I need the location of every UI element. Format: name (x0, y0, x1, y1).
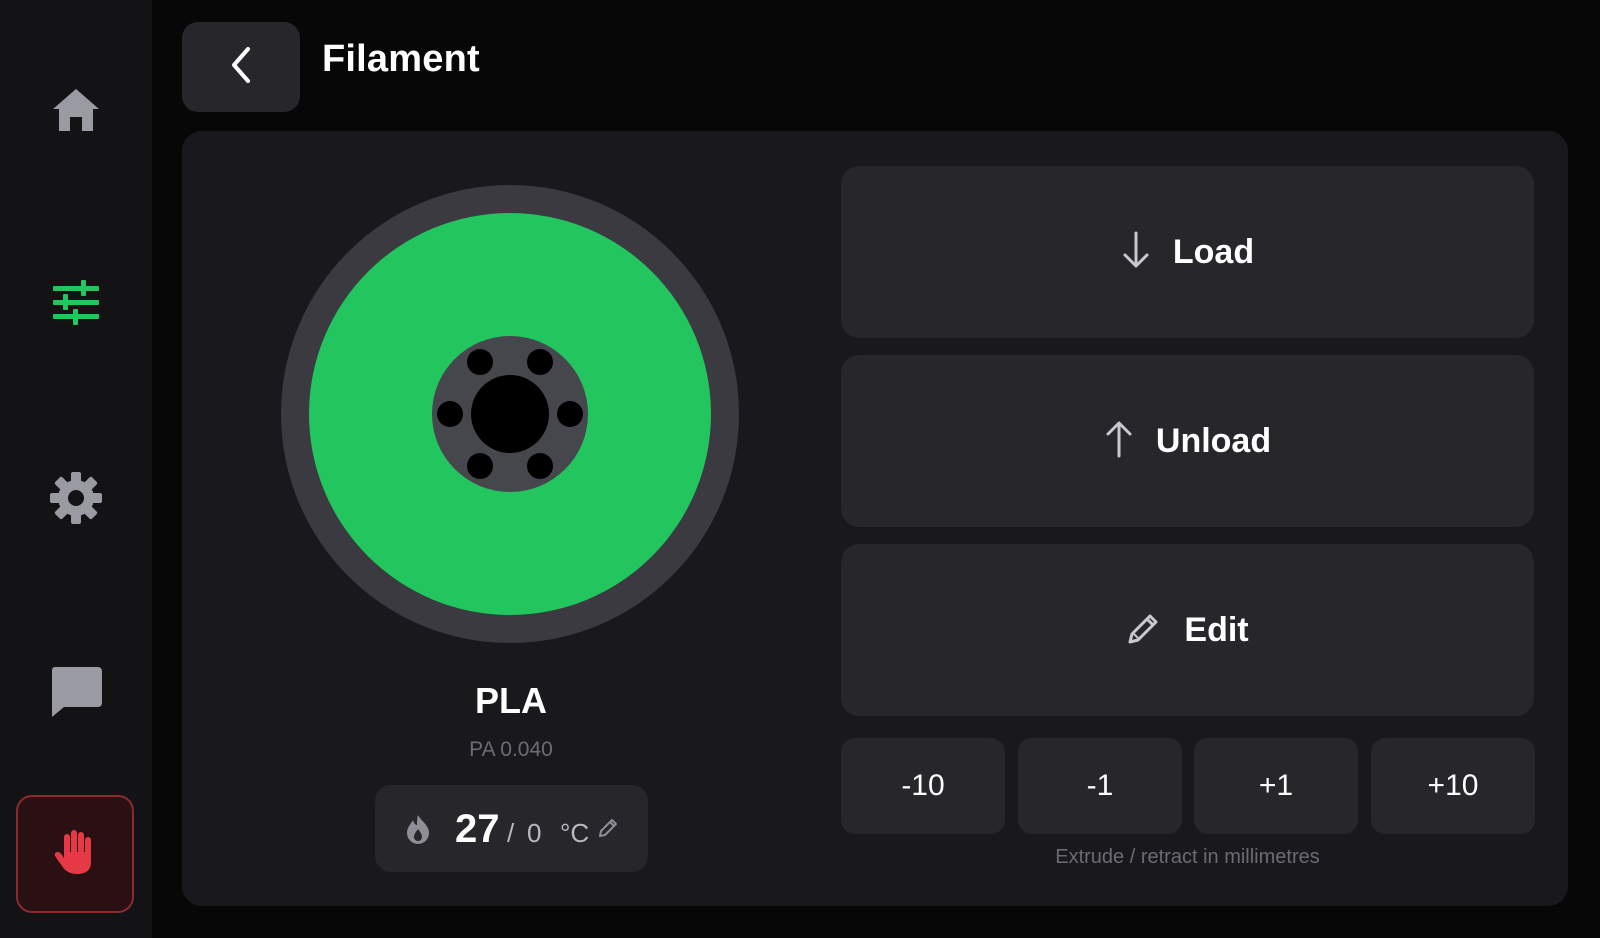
load-label: Load (1172, 232, 1255, 271)
load-button[interactable]: Load (841, 166, 1534, 338)
pressure-advance-value: PA 0.040 (469, 738, 553, 761)
arrow-up-icon (1104, 419, 1134, 464)
sliders-icon (51, 278, 101, 328)
sidebar-item-settings[interactable] (0, 438, 152, 558)
sidebar (0, 0, 152, 938)
sidebar-item-console[interactable] (0, 632, 152, 752)
temperature-control[interactable]: 27 / 0 °C (375, 785, 648, 872)
sidebar-item-tune[interactable] (0, 243, 152, 363)
edit-label: Edit (1184, 610, 1249, 649)
temperature-unit: °C (560, 818, 590, 848)
edit-temperature-icon (597, 817, 619, 844)
extrude-plus-1-button[interactable]: +1 (1194, 738, 1358, 834)
message-icon (48, 665, 104, 719)
chevron-left-icon (228, 45, 254, 90)
pencil-icon (1126, 610, 1162, 651)
filament-spool (281, 185, 739, 643)
hand-stop-icon (53, 828, 97, 881)
edit-button[interactable]: Edit (841, 544, 1534, 716)
extrude-plus-10-button[interactable]: +10 (1371, 738, 1535, 834)
temperature-separator: / (507, 818, 515, 848)
extrude-minus-10-button[interactable]: -10 (841, 738, 1005, 834)
gear-icon (49, 471, 103, 525)
material-name: PLA (475, 680, 547, 721)
extrude-hint: Extrude / retract in millimetres (1055, 846, 1320, 868)
flame-icon (405, 814, 431, 849)
emergency-stop-button[interactable] (16, 795, 134, 913)
home-icon (51, 87, 101, 133)
filament-screen: Filament PLA PA 0.040 27 / 0 °C Load Unl… (0, 0, 1600, 938)
unload-button[interactable]: Unload (841, 355, 1534, 527)
extrude-minus-1-button[interactable]: -1 (1018, 738, 1182, 834)
current-temperature: 27 (455, 807, 500, 851)
page-title: Filament (322, 38, 480, 80)
sidebar-item-home[interactable] (0, 50, 152, 170)
unload-label: Unload (1155, 421, 1272, 460)
arrow-down-icon (1121, 230, 1151, 275)
back-button[interactable] (182, 22, 300, 112)
target-temperature: 0 (527, 818, 542, 848)
